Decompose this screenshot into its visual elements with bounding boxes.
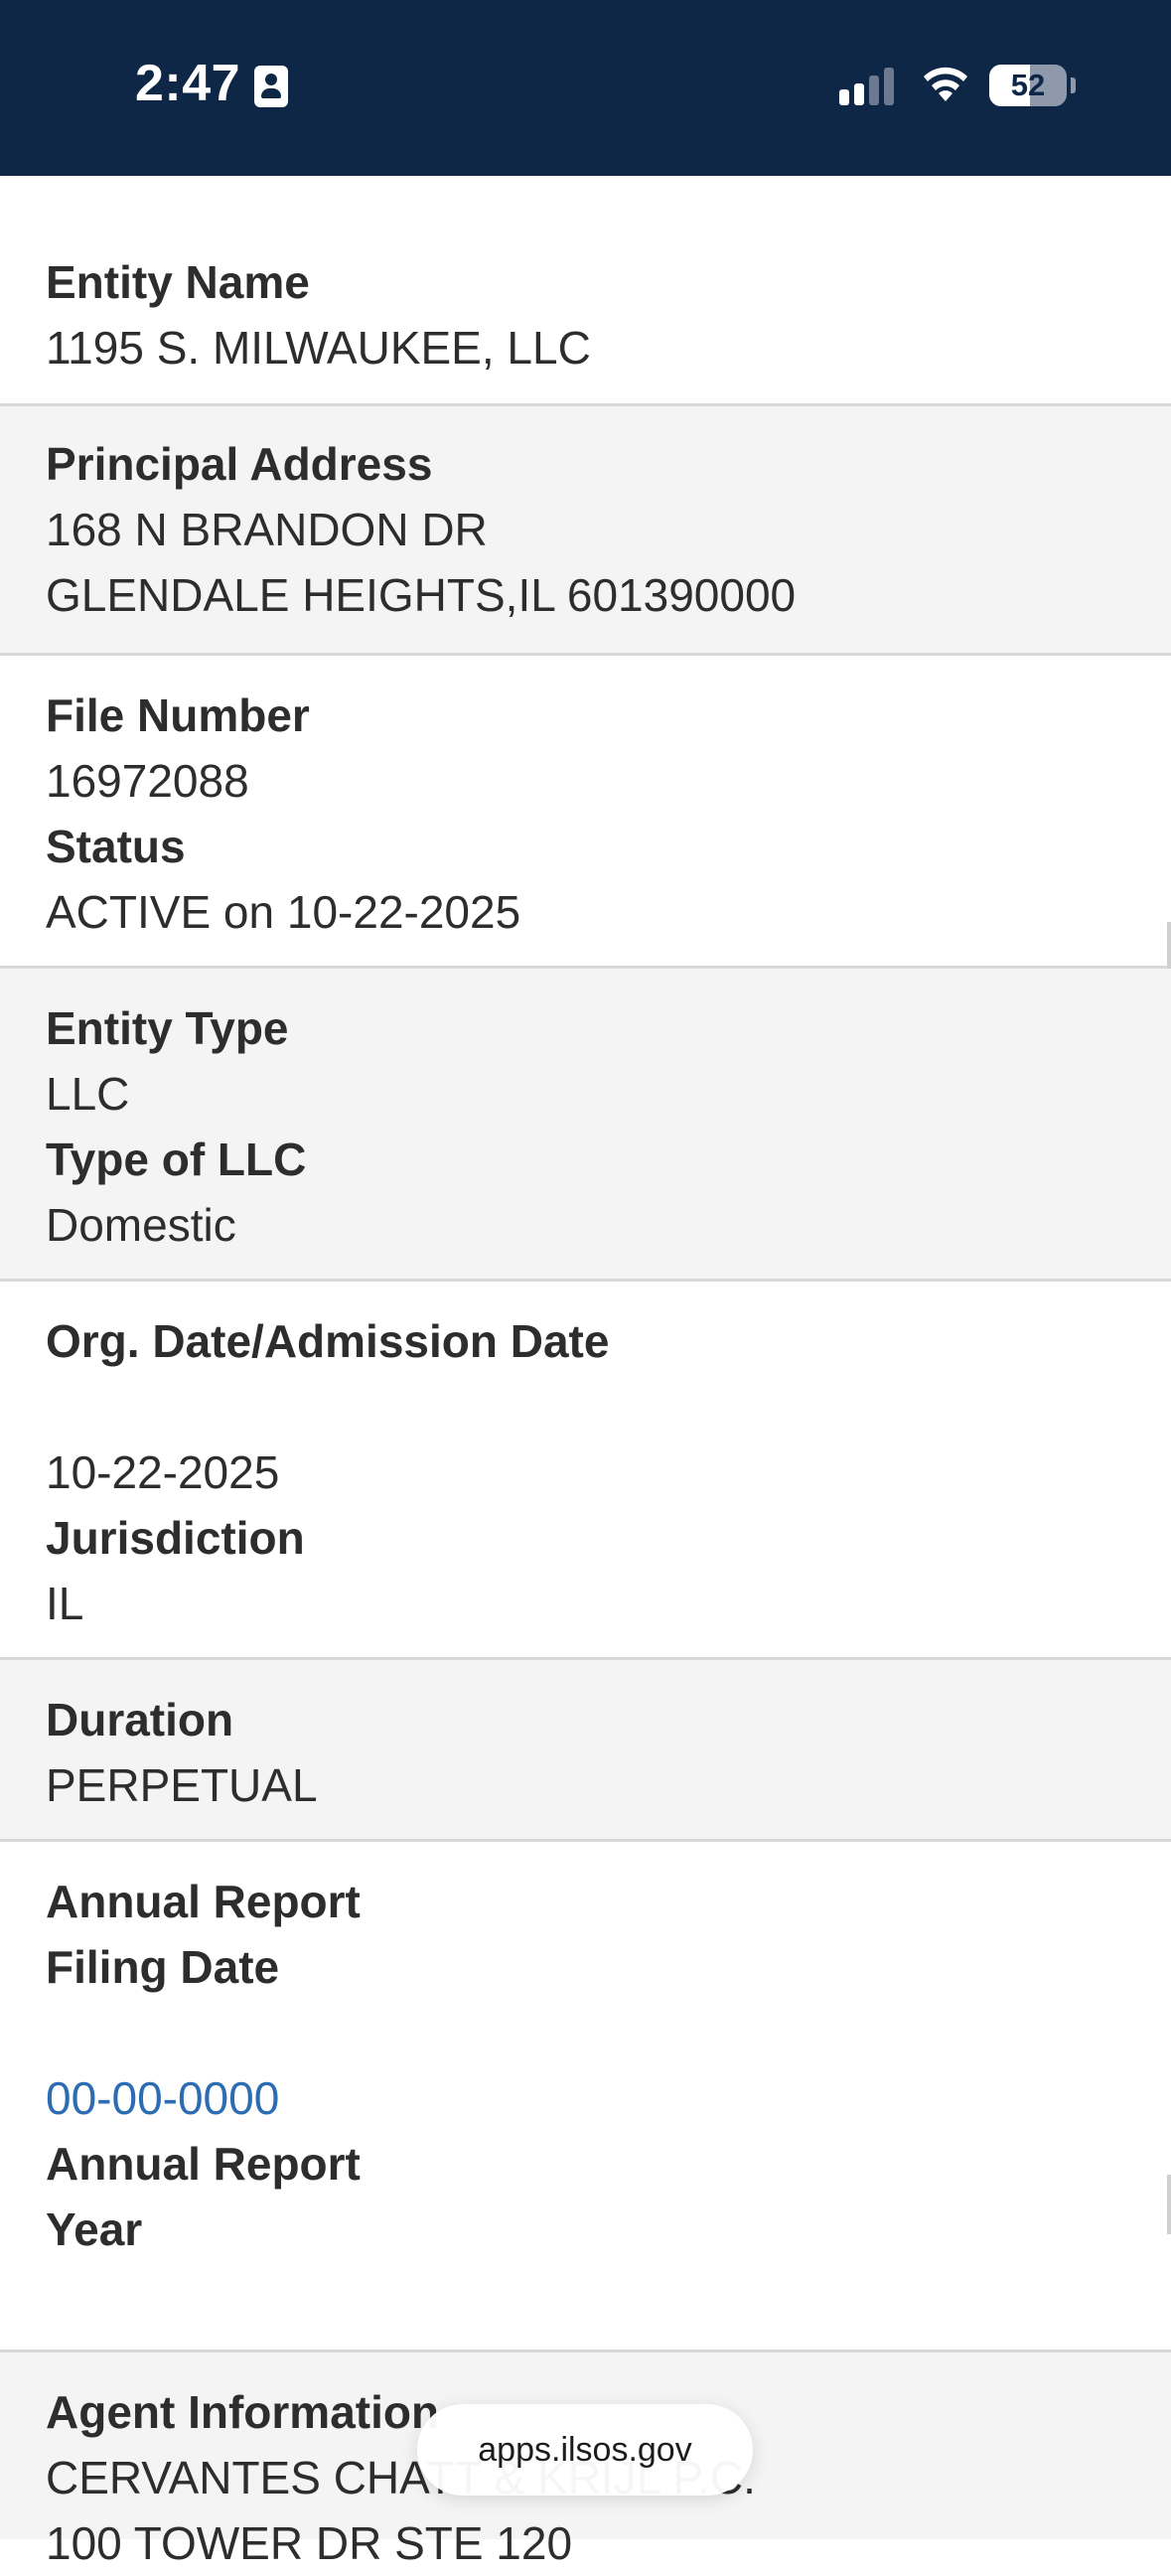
org-date-section: Org. Date/Admission Date 10-22-2025 Juri… [0, 1282, 1171, 1660]
principal-address-line2: GLENDALE HEIGHTS,IL 601390000 [46, 569, 797, 621]
clock-time: 2:47 [135, 55, 241, 112]
annual-report-filing-label-2: Filing Date [46, 1941, 280, 1993]
jurisdiction-value: IL [46, 1578, 84, 1629]
entity-name-label: Entity Name [46, 256, 310, 308]
duration-label: Duration [46, 1694, 234, 1745]
duration-value: PERPETUAL [46, 1759, 318, 1811]
browser-url-text: apps.ilsos.gov [478, 2431, 692, 2469]
entity-name-value: 1195 S. MILWAUKEE, LLC [46, 322, 591, 374]
agent-address-value: 100 TOWER DR STE 120 [46, 2517, 573, 2569]
file-number-value: 16972088 [46, 755, 249, 807]
browser-url-pill[interactable]: apps.ilsos.gov [417, 2404, 753, 2496]
jurisdiction-label: Jurisdiction [46, 1512, 305, 1564]
battery-percentage: 52 [1010, 68, 1046, 102]
annual-report-year-label-2: Year [46, 2203, 143, 2255]
file-number-label: File Number [46, 689, 310, 741]
principal-address-section: Principal Address 168 N BRANDON DR GLEND… [0, 406, 1171, 656]
entity-type-label: Entity Type [46, 1002, 289, 1054]
entity-type-section: Entity Type LLC Type of LLC Domestic [0, 969, 1171, 1282]
type-of-llc-value: Domestic [46, 1199, 236, 1251]
status-value: ACTIVE on 10-22-2025 [46, 886, 521, 938]
entity-type-value: LLC [46, 1068, 130, 1120]
org-date-label: Org. Date/Admission Date [46, 1315, 610, 1367]
annual-report-filing-label-1: Annual Report [46, 1876, 361, 1927]
duration-section: Duration PERPETUAL [0, 1660, 1171, 1842]
annual-report-year-label-1: Annual Report [46, 2138, 361, 2190]
wifi-icon [924, 67, 967, 101]
status-label: Status [46, 821, 186, 872]
type-of-llc-label: Type of LLC [46, 1134, 307, 1185]
agent-info-label: Agent Information [46, 2386, 440, 2438]
annual-report-filing-date-link[interactable]: 00-00-0000 [46, 2065, 279, 2131]
file-number-section: File Number 16972088 Status ACTIVE on 10… [0, 656, 1171, 982]
principal-address-line1: 168 N BRANDON DR [46, 504, 488, 555]
scroll-indicator [1167, 2175, 1171, 2234]
entity-name-section: Entity Name 1195 S. MILWAUKEE, LLC [0, 176, 1171, 406]
org-date-value: 10-22-2025 [46, 1446, 280, 1498]
principal-address-label: Principal Address [46, 438, 433, 490]
status-bar: 2:47 52 [0, 0, 1171, 176]
annual-report-section: Annual Report Filing Date 00-00-0000 Ann… [0, 1842, 1171, 2352]
person-badge-icon [254, 66, 288, 107]
cellular-signal-icon [839, 68, 894, 105]
